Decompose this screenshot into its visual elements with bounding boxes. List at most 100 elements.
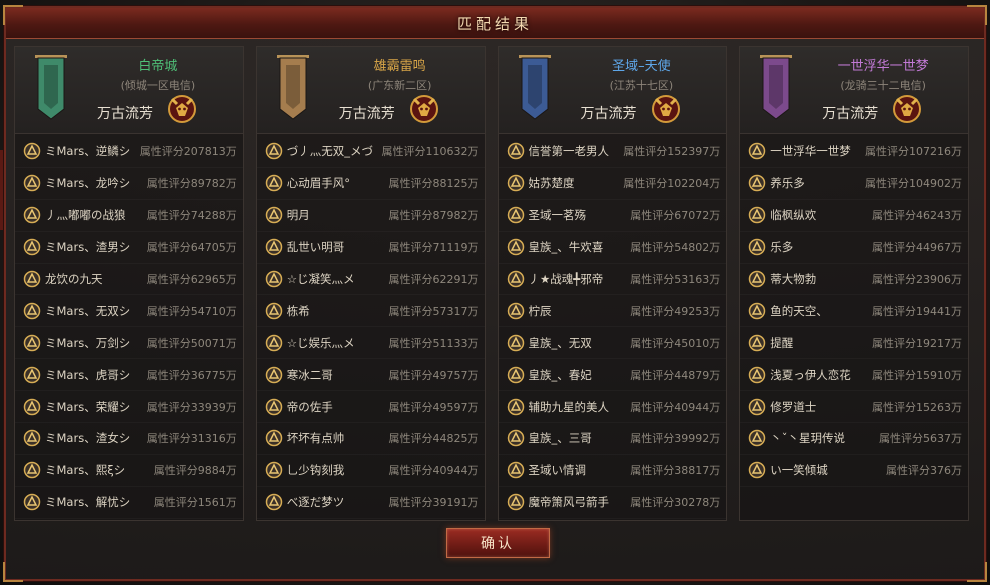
player-name: 皇族_、三哥 [528, 431, 592, 446]
class-icon [748, 238, 766, 256]
player-name: 养乐多 [770, 176, 805, 191]
server-name: 圣域–天使 [612, 59, 671, 74]
class-icon [748, 398, 766, 416]
player-name: 坏坏有点帅 [286, 431, 345, 446]
server-banner-icon [35, 55, 67, 121]
class-icon [507, 366, 525, 384]
player-name: 栋希 [286, 303, 310, 318]
player-name: 临枫纵欢 [770, 208, 817, 223]
class-icon [507, 302, 525, 320]
player-score: 属性评分67072万 [630, 209, 721, 223]
frame-corner [3, 562, 23, 582]
player-name: ミMars、解忧シ [45, 495, 131, 510]
class-icon [748, 270, 766, 288]
player-name: ミMars、万剑シ [45, 335, 131, 350]
player-row: ミMars、渣男シ 属性评分64705万 [15, 232, 243, 264]
class-icon [23, 429, 41, 447]
player-score: 属性评分71119万 [388, 241, 479, 255]
player-row: 柠辰 属性评分49253万 [499, 295, 727, 327]
player-name: 一世浮华一世梦 [770, 144, 851, 159]
player-name: ミMars、渣女シ [45, 431, 131, 446]
player-score: 属性评分23906万 [872, 273, 962, 286]
player-score: 属性评分110632万 [381, 145, 479, 159]
player-row: 丶ˇ丶星玥传说 属性评分5637万 [740, 423, 968, 455]
player-score: 属性评分49757万 [388, 368, 479, 382]
player-score: 属性评分64705万 [146, 241, 237, 255]
class-icon [265, 366, 283, 384]
class-icon [23, 174, 41, 192]
class-icon [265, 461, 283, 479]
player-score: 属性评分107216万 [865, 145, 962, 159]
player-name: 鱼的天空、 [770, 303, 828, 318]
window-title: 匹配结果 [456, 14, 533, 33]
player-score: 属性评分376万 [886, 464, 962, 478]
class-icon [23, 493, 41, 511]
player-name: ミMars、熙ξシ [45, 463, 126, 478]
class-icon [507, 493, 525, 511]
player-row: 乱世い明哥 属性评分71119万 [257, 232, 485, 264]
class-icon [748, 334, 766, 352]
player-name: 心动眉手风° [286, 176, 350, 191]
player-name: 蒂大物勃 [770, 272, 817, 286]
player-score: 属性评分49253万 [630, 304, 721, 318]
player-row: 明月 属性评分87982万 [257, 200, 485, 232]
player-score: 属性评分33939万 [146, 400, 237, 414]
class-icon [507, 206, 525, 224]
class-icon [23, 461, 41, 479]
player-score: 属性评分40944万 [630, 400, 721, 414]
player-name: 柠辰 [528, 303, 552, 318]
class-icon [748, 366, 766, 384]
class-icon [748, 461, 766, 479]
server-banner-icon [276, 55, 309, 121]
class-icon [265, 206, 283, 224]
title-bar: 匹配结果 [6, 8, 984, 39]
player-score: 属性评分31316万 [146, 432, 237, 446]
player-row: ☆じ娱乐灬メ 属性评分51133万 [257, 327, 485, 359]
player-name: 皇族_、春妃 [528, 367, 592, 382]
player-name: 丿★战魂╇邪帝 [528, 272, 604, 286]
player-list: ミMars、逆鳞シ 属性评分207813万 ミMars、龙吟シ 属性评分89782万丿… [15, 134, 243, 519]
player-score: 属性评分44967万 [872, 241, 962, 255]
class-icon [265, 493, 283, 511]
player-score: 属性评分62291万 [388, 273, 479, 286]
player-score: 属性评分9884万 [153, 464, 237, 478]
player-score: 属性评分74288万 [146, 209, 237, 223]
player-list: 一世浮华一世梦 属性评分107216万养乐多 属性评分104902万临枫纵欢属性评分… [740, 134, 968, 487]
player-name: づ丿灬无双_メづ [286, 144, 373, 159]
player-name: 明月 [286, 208, 310, 223]
player-name: 皇族_、无双 [528, 335, 592, 350]
guild-name: 万古流芳 [97, 106, 153, 122]
player-row: 皇族_、无双 属性评分45010万 [499, 327, 727, 359]
player-row: ミMars、荣耀シ 属性评分33939万 [15, 391, 243, 423]
player-row: ミMars、解忧シ 属性评分1561万 [15, 487, 243, 519]
server-banner-icon [760, 55, 793, 121]
player-row: 信誉第一老男人 属性评分152397万 [499, 136, 727, 168]
player-name: 帝の佐手 [286, 399, 333, 414]
server-panel: 白帝城 (倾城一区电信) 万古流芳 ミMars、逆鳞シ 属性评分207813万 ミMars… [14, 46, 244, 521]
player-row: 辅助九星的美人 属性评分40944万 [499, 391, 727, 423]
player-score: 属性评分39191万 [388, 496, 479, 510]
player-row: 蒂大物勃 属性评分23906万 [740, 264, 968, 296]
class-icon [23, 142, 41, 160]
class-icon [265, 398, 283, 416]
player-row: 乐多 属性评分44967万 [740, 232, 968, 264]
confirm-button[interactable]: 确认 [446, 528, 550, 558]
server-name: 一世浮华一世梦 [837, 59, 929, 74]
class-icon [748, 174, 766, 192]
server-region: (江苏十七区) [609, 79, 674, 92]
player-name: ☆じ娱乐灬メ [286, 335, 355, 350]
class-icon [23, 366, 41, 384]
class-icon [507, 398, 525, 416]
guild-name: 万古流芳 [580, 106, 637, 122]
player-list: 信誉第一老男人 属性评分152397万 姑苏楚度 属性评分102204万 圣域一茗殇 属性… [499, 134, 727, 519]
player-name: 龙饮の九天 [45, 272, 103, 286]
player-row: 龙饮の九天 属性评分62965万 [15, 264, 243, 296]
player-row: 圣域一茗殇 属性评分67072万 [499, 200, 727, 232]
player-row: 提醒 属性评分19217万 [740, 327, 968, 359]
guild-name: 万古流芳 [822, 106, 879, 122]
guild-emblem-icon [407, 91, 441, 125]
player-score: 属性评分104902万 [865, 177, 962, 191]
player-score: 属性评分89782万 [146, 177, 237, 191]
player-name: 丶ˇ丶星玥传说 [770, 431, 845, 446]
player-score: 属性评分53163万 [630, 273, 721, 286]
